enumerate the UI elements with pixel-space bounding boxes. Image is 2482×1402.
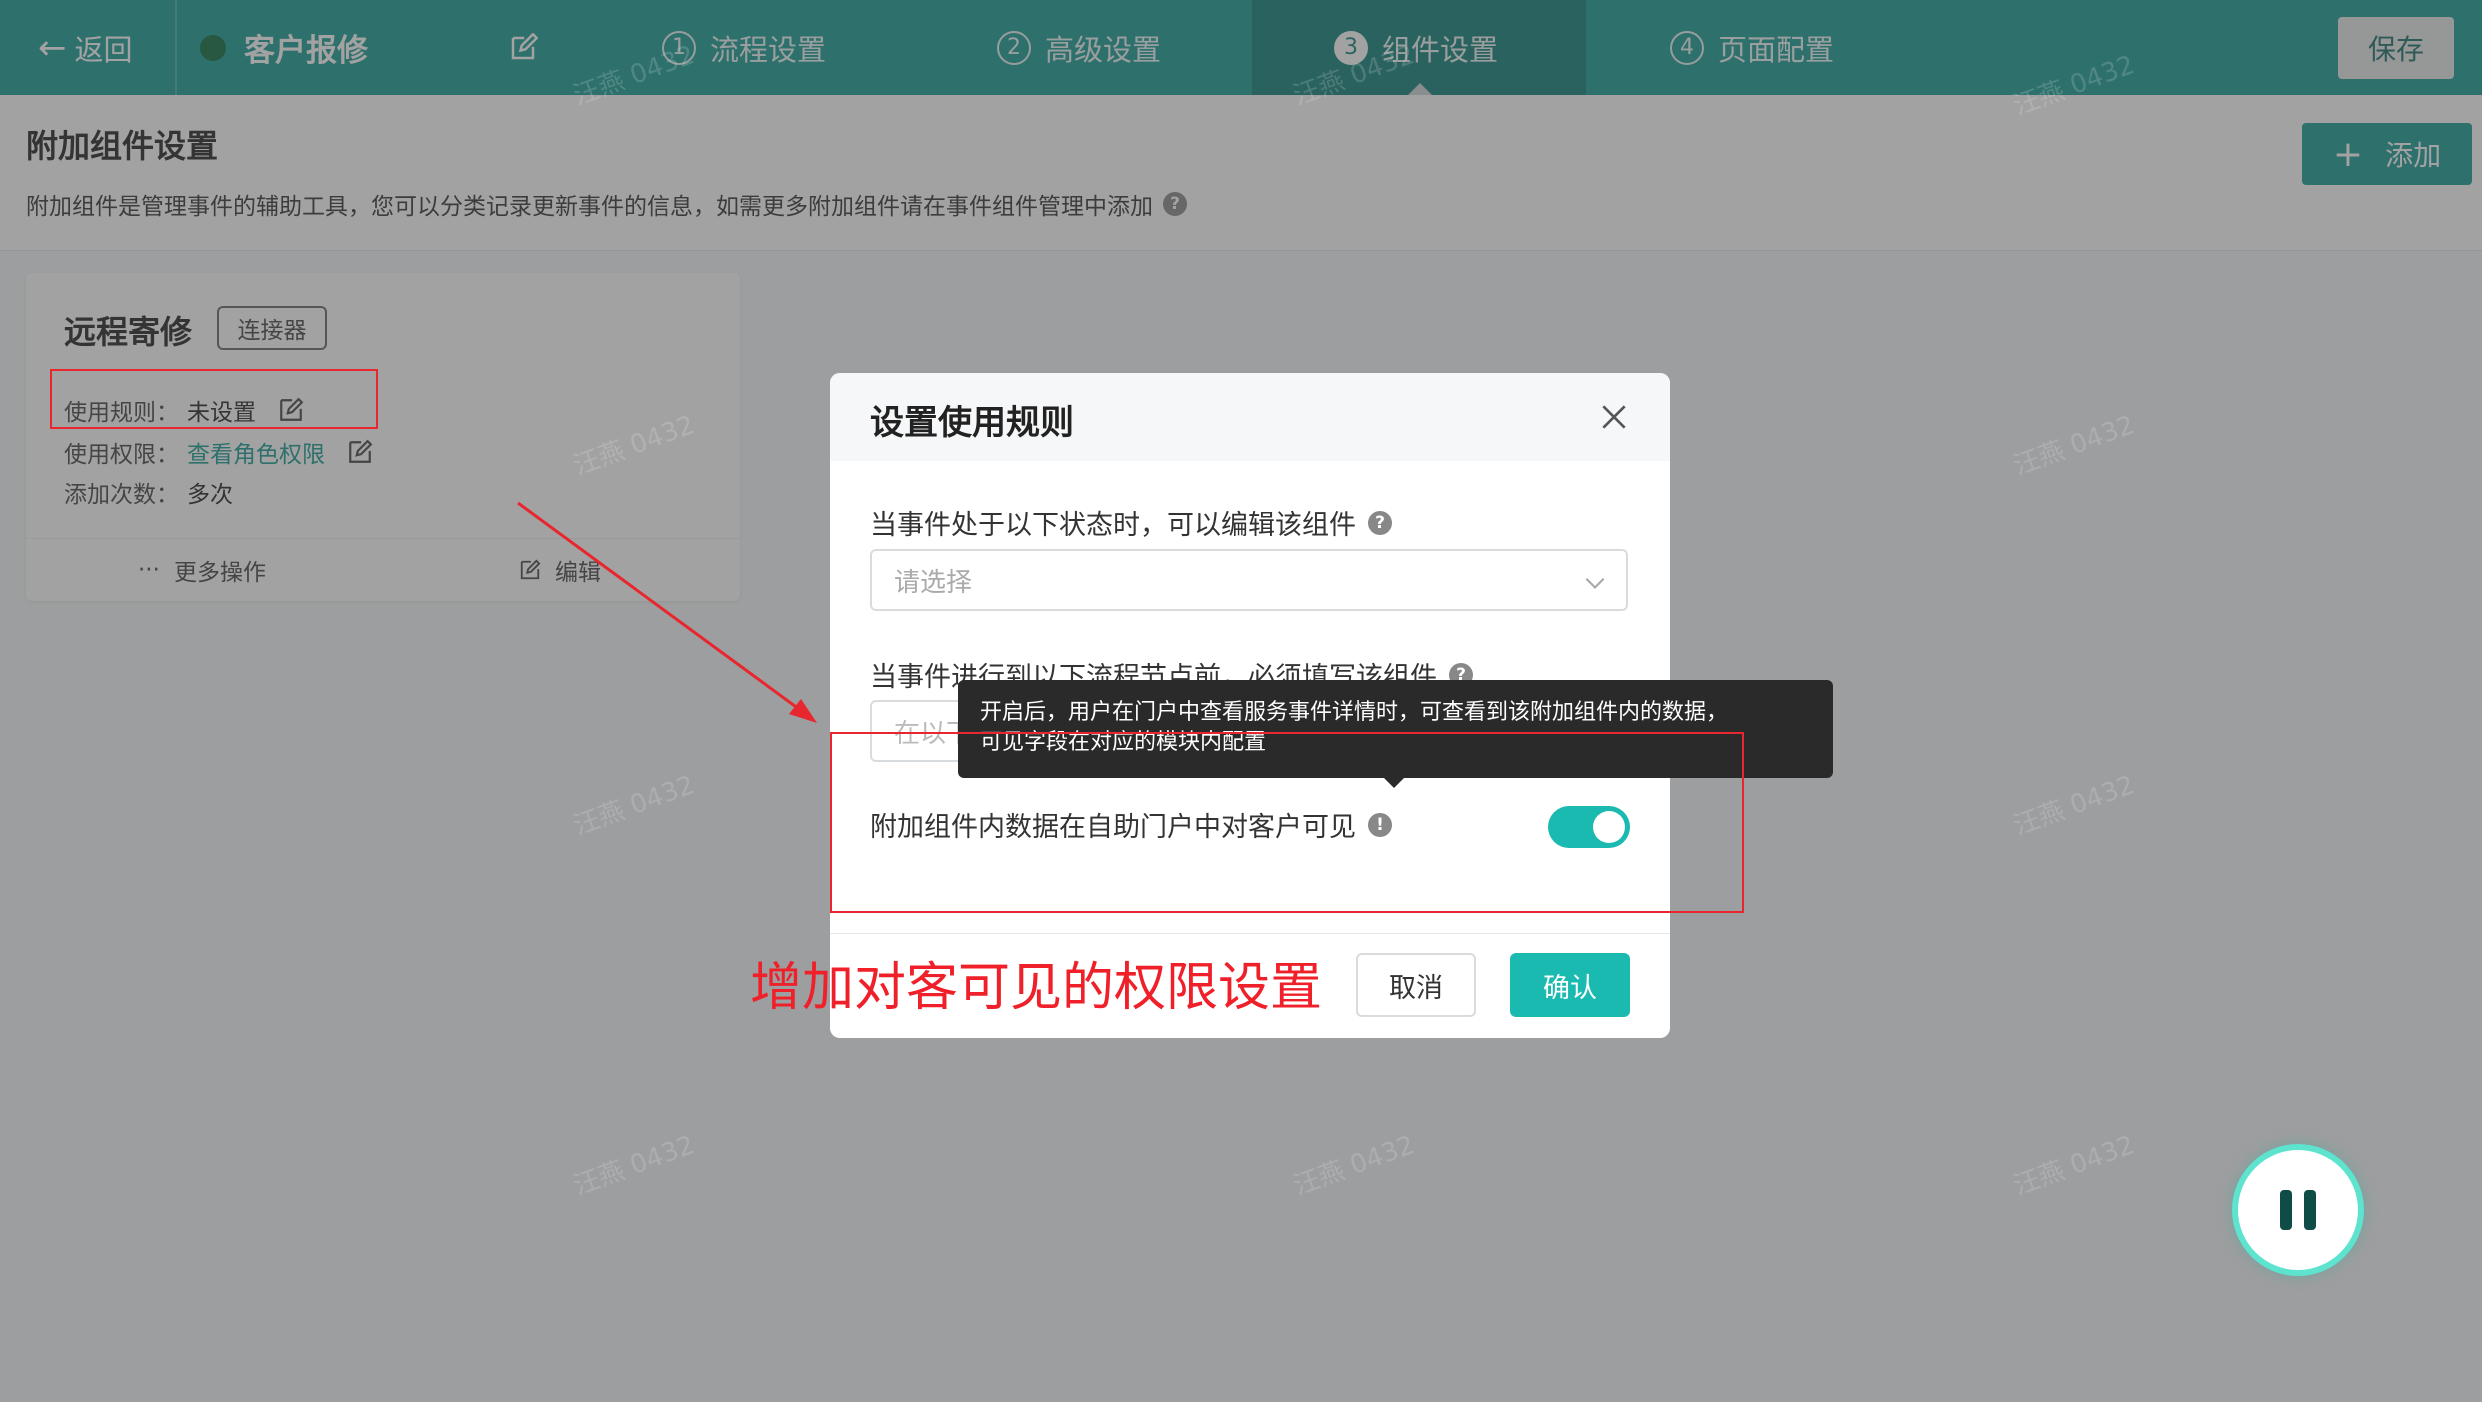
dialog-title: 设置使用规则 <box>870 403 1074 443</box>
tooltip-line: 开启后，用户在门户中查看服务事件详情时，可查看到该附加组件内的数据， <box>980 700 1729 725</box>
editable-status-label: 当事件处于以下状态时，可以编辑该组件 ? <box>870 503 1392 542</box>
chevron-down-icon <box>1585 577 1605 589</box>
watermark: 汪燕 0432 <box>569 1130 699 1202</box>
watermark: 汪燕 0432 <box>569 770 699 842</box>
field-label-text: 当事件处于以下状态时，可以编辑该组件 <box>870 510 1356 541</box>
select-placeholder: 请选择 <box>894 567 973 598</box>
watermark: 汪燕 0432 <box>1289 1130 1419 1202</box>
watermark: 汪燕 0432 <box>1289 40 1419 112</box>
pause-recording-button[interactable] <box>2238 1150 2358 1270</box>
highlight-box <box>50 369 378 429</box>
help-icon[interactable]: ? <box>1368 510 1392 535</box>
watermark: 汪燕 0432 <box>569 410 699 482</box>
watermark: 汪燕 0432 <box>2009 1130 2139 1202</box>
status-select[interactable]: 请选择 <box>870 549 1628 611</box>
cancel-button[interactable]: 取消 <box>1356 953 1476 1017</box>
close-icon[interactable] <box>1598 401 1630 433</box>
confirm-button[interactable]: 确认 <box>1510 953 1630 1017</box>
pause-icon <box>2280 1190 2316 1230</box>
divider <box>830 933 1670 934</box>
annotation-text: 增加对客可见的权限设置 <box>750 958 1323 1018</box>
watermark: 汪燕 0432 <box>569 40 699 112</box>
watermark: 汪燕 0432 <box>2009 770 2139 842</box>
highlight-box <box>830 732 1744 913</box>
watermark: 汪燕 0432 <box>2009 410 2139 482</box>
watermark: 汪燕 0432 <box>2009 50 2139 122</box>
